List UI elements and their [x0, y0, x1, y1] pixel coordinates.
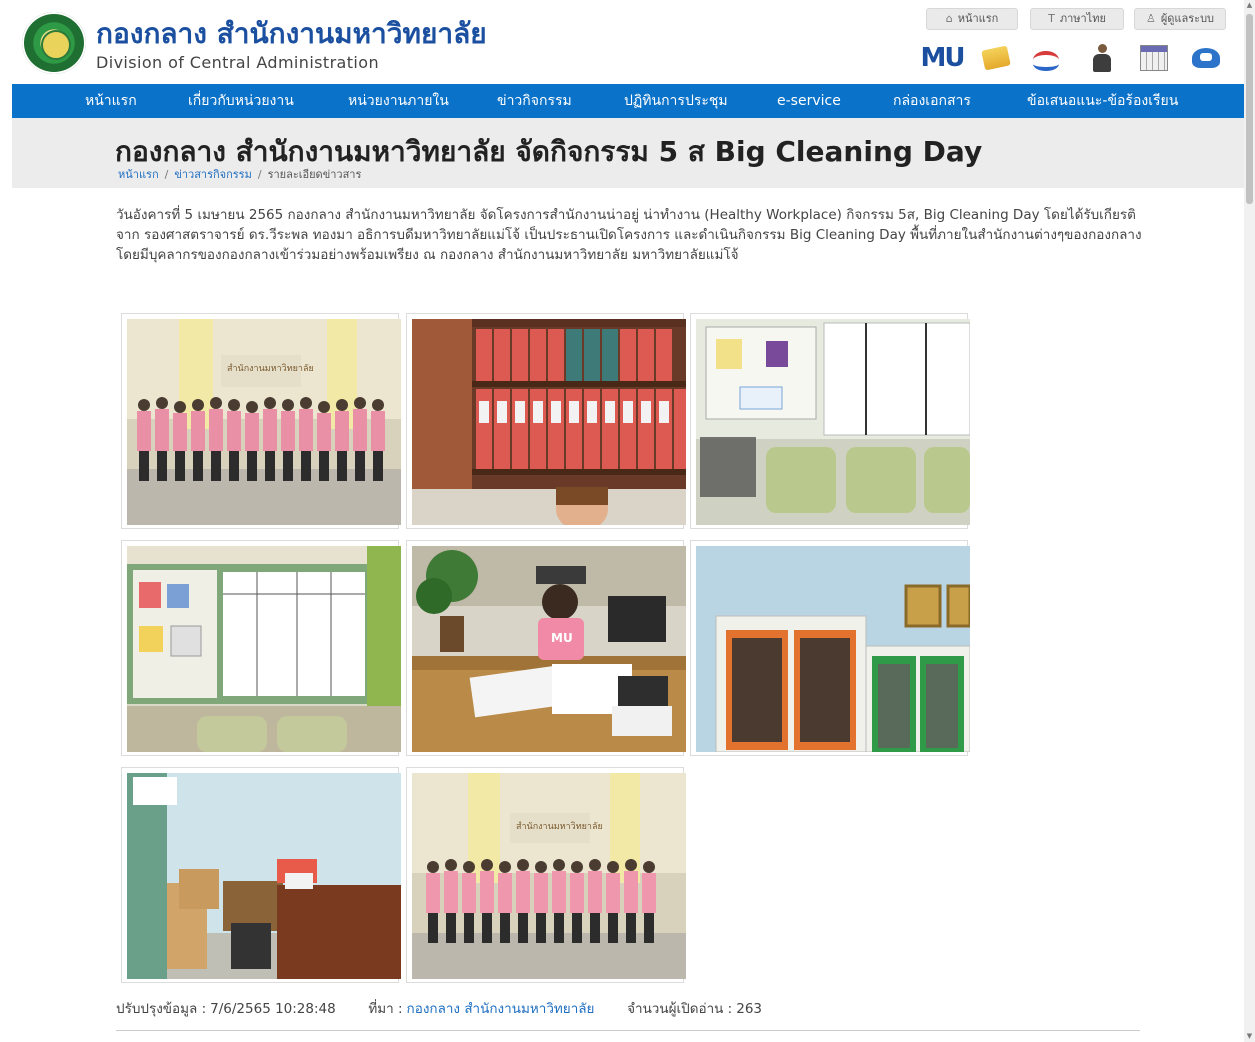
- updated-label: ปรับปรุงข้อมูล :: [116, 1001, 207, 1017]
- logo-emblem-icon: [41, 30, 71, 60]
- breadcrumb-home[interactable]: หน้าแรก: [118, 168, 159, 181]
- site-title[interactable]: กองกลาง สำนักงานมหาวิทยาลัย: [96, 12, 487, 56]
- photo-cabinets: [696, 546, 970, 752]
- nav-item-documents[interactable]: กล่องเอกสาร: [893, 84, 971, 118]
- main-nav: หน้าแรก เกี่ยวกับหน่วยงาน หน่วยงานภายใน …: [12, 84, 1244, 118]
- photo-notice-board: [127, 546, 401, 752]
- shirt-text: MU: [551, 631, 573, 645]
- nav-item-feedback[interactable]: ข้อเสนอแนะ-ข้อร้องเรียน: [1027, 84, 1178, 118]
- title-band: กองกลาง สำนักงานมหาวิทยาลัย จัดกิจกรรม 5…: [12, 118, 1244, 188]
- divider: [116, 1030, 1140, 1031]
- nav-item-calendar[interactable]: ปฏิทินการประชุม: [624, 84, 728, 118]
- breadcrumb-current: รายละเอียดข่าวสาร: [267, 168, 362, 181]
- photo-board-chairs: [696, 319, 970, 525]
- scroll-down-icon[interactable]: ▼: [1244, 1031, 1255, 1042]
- top-link-admin[interactable]: ♙ ผู้ดูแลระบบ: [1134, 8, 1226, 30]
- gallery-photo-7[interactable]: [121, 767, 401, 983]
- nav-item-eservice[interactable]: e-service: [777, 84, 841, 118]
- views-label: จำนวนผู้เปิดอ่าน :: [627, 1001, 733, 1017]
- photo-group: สำนักงานมหาวิทยาลัย: [127, 319, 401, 525]
- nav-item-news[interactable]: ข่าวกิจกรรม: [497, 84, 572, 118]
- photo-group-2: สำนักงานมหาวิทยาลัย: [412, 773, 686, 979]
- mu-logo-icon[interactable]: MU: [921, 42, 966, 74]
- top-link-label: หน้าแรก: [957, 12, 999, 25]
- phone-icon[interactable]: [1188, 42, 1224, 74]
- photo-sign-text: สำนักงานมหาวิทยาลัย: [227, 363, 314, 374]
- page-scrollbar[interactable]: ▲ ▼: [1244, 0, 1255, 1042]
- calendar-icon[interactable]: [1136, 42, 1172, 74]
- article-meta: ปรับปรุงข้อมูล :7/6/2565 10:28:48 ที่มา …: [116, 997, 762, 1019]
- site-subtitle: Division of Central Administration: [96, 53, 380, 72]
- page: กองกลาง สำนักงานมหาวิทยาลัย Division of …: [12, 0, 1244, 1042]
- gallery-photo-2[interactable]: [406, 313, 686, 529]
- views-count: 263: [736, 1001, 763, 1017]
- scrollbar-thumb[interactable]: [1246, 14, 1253, 204]
- breadcrumb: หน้าแรก / ข่าวสารกิจกรรม / รายละเอียดข่าวสาร: [118, 165, 361, 183]
- folder-icon[interactable]: [978, 42, 1014, 74]
- gallery-photo-5[interactable]: MU: [406, 540, 686, 756]
- text-icon: T: [1048, 12, 1055, 25]
- gallery-photo-4[interactable]: [121, 540, 401, 756]
- person-icon[interactable]: [1084, 42, 1120, 74]
- gallery-photo-1[interactable]: สำนักงานมหาวิทยาลัย: [121, 313, 401, 529]
- top-link-home[interactable]: ⌂ หน้าแรก: [926, 8, 1018, 30]
- gallery-photo-6[interactable]: [690, 540, 970, 756]
- home-icon: ⌂: [945, 12, 953, 25]
- gallery-photo-8[interactable]: สำนักงานมหาวิทยาลัย: [406, 767, 686, 983]
- nav-item-departments[interactable]: หน่วยงานภายใน: [348, 84, 449, 118]
- top-link-label: ผู้ดูแลระบบ: [1160, 12, 1215, 25]
- breadcrumb-separator: /: [164, 168, 169, 181]
- user-icon: ♙: [1145, 12, 1156, 25]
- nav-item-home[interactable]: หน้าแรก: [85, 84, 137, 118]
- article-body: วันอังคารที่ 5 เมษายน 2565 กองกลาง สำนัก…: [116, 207, 1142, 263]
- source-link[interactable]: กองกลาง สำนักงานมหาวิทยาลัย: [407, 1001, 595, 1017]
- scroll-up-icon[interactable]: ▲: [1244, 0, 1255, 11]
- top-link-label: ภาษาไทย: [1059, 12, 1106, 25]
- photo-binders: [412, 319, 686, 525]
- updated-value: 7/6/2565 10:28:48: [210, 1001, 336, 1017]
- photo-sign-text: สำนักงานมหาวิทยาลัย: [516, 821, 603, 832]
- photo-storage: [127, 773, 401, 979]
- university-logo[interactable]: [22, 12, 86, 74]
- breadcrumb-separator: /: [257, 168, 262, 181]
- top-link-language[interactable]: T ภาษาไทย: [1030, 8, 1124, 30]
- gallery-photo-3[interactable]: [690, 313, 970, 529]
- photo-desk: MU: [412, 546, 686, 752]
- source-label: ที่มา :: [368, 1001, 403, 1017]
- globe-icon[interactable]: [1028, 42, 1064, 74]
- site-header: กองกลาง สำนักงานมหาวิทยาลัย Division of …: [12, 0, 1244, 84]
- nav-item-about[interactable]: เกี่ยวกับหน่วยงาน: [188, 84, 294, 118]
- breadcrumb-news[interactable]: ข่าวสารกิจกรรม: [174, 168, 252, 181]
